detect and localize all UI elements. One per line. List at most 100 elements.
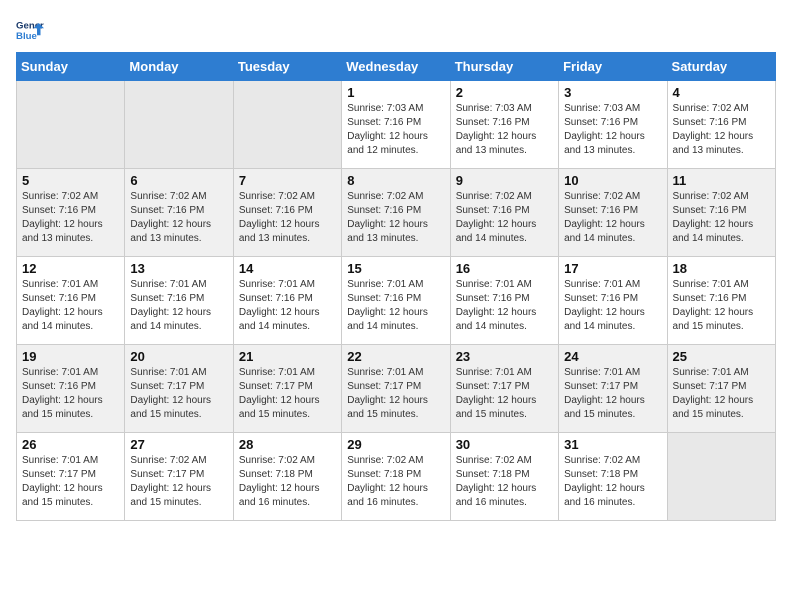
day-info: Sunrise: 7:02 AM Sunset: 7:16 PM Dayligh…	[239, 190, 336, 246]
calendar-cell	[233, 81, 341, 169]
day-number: 29	[347, 437, 444, 452]
day-info: Sunrise: 7:02 AM Sunset: 7:18 PM Dayligh…	[239, 454, 336, 510]
day-info: Sunrise: 7:02 AM Sunset: 7:16 PM Dayligh…	[456, 190, 553, 246]
calendar-cell: 17 Sunrise: 7:01 AM Sunset: 7:16 PM Dayli…	[559, 257, 667, 345]
day-number: 8	[347, 173, 444, 188]
day-info: Sunrise: 7:01 AM Sunset: 7:17 PM Dayligh…	[564, 366, 661, 422]
calendar-cell: 27 Sunrise: 7:02 AM Sunset: 7:17 PM Dayli…	[125, 433, 233, 521]
calendar-cell: 26 Sunrise: 7:01 AM Sunset: 7:17 PM Dayli…	[17, 433, 125, 521]
week-row-1: 1 Sunrise: 7:03 AM Sunset: 7:16 PM Daylig…	[17, 81, 776, 169]
day-info: Sunrise: 7:01 AM Sunset: 7:17 PM Dayligh…	[239, 366, 336, 422]
day-number: 9	[456, 173, 553, 188]
week-row-2: 5 Sunrise: 7:02 AM Sunset: 7:16 PM Daylig…	[17, 169, 776, 257]
day-info: Sunrise: 7:02 AM Sunset: 7:17 PM Dayligh…	[130, 454, 227, 510]
day-number: 31	[564, 437, 661, 452]
day-info: Sunrise: 7:02 AM Sunset: 7:16 PM Dayligh…	[673, 102, 770, 158]
calendar-cell: 1 Sunrise: 7:03 AM Sunset: 7:16 PM Daylig…	[342, 81, 450, 169]
day-info: Sunrise: 7:01 AM Sunset: 7:17 PM Dayligh…	[456, 366, 553, 422]
day-info: Sunrise: 7:01 AM Sunset: 7:16 PM Dayligh…	[22, 366, 119, 422]
logo-icon: General Blue	[16, 16, 44, 44]
header-day-friday: Friday	[559, 53, 667, 81]
calendar-cell: 15 Sunrise: 7:01 AM Sunset: 7:16 PM Dayli…	[342, 257, 450, 345]
day-number: 20	[130, 349, 227, 364]
calendar-cell: 7Sunrise: 7:02 AM Sunset: 7:16 PM Daylig…	[233, 169, 341, 257]
day-info: Sunrise: 7:02 AM Sunset: 7:18 PM Dayligh…	[347, 454, 444, 510]
day-info: Sunrise: 7:02 AM Sunset: 7:16 PM Dayligh…	[673, 190, 770, 246]
calendar-cell: 13Sunrise: 7:01 AM Sunset: 7:16 PM Dayli…	[125, 257, 233, 345]
day-info: Sunrise: 7:01 AM Sunset: 7:16 PM Dayligh…	[564, 278, 661, 334]
day-number: 11	[673, 173, 770, 188]
header-day-sunday: Sunday	[17, 53, 125, 81]
calendar-cell: 28Sunrise: 7:02 AM Sunset: 7:18 PM Dayli…	[233, 433, 341, 521]
day-number: 25	[673, 349, 770, 364]
day-info: Sunrise: 7:02 AM Sunset: 7:18 PM Dayligh…	[456, 454, 553, 510]
calendar-cell: 25 Sunrise: 7:01 AM Sunset: 7:17 PM Dayli…	[667, 345, 775, 433]
day-info: Sunrise: 7:01 AM Sunset: 7:17 PM Dayligh…	[347, 366, 444, 422]
day-number: 1	[347, 85, 444, 100]
calendar-body: 1 Sunrise: 7:03 AM Sunset: 7:16 PM Daylig…	[17, 81, 776, 521]
header-day-monday: Monday	[125, 53, 233, 81]
week-row-5: 26 Sunrise: 7:01 AM Sunset: 7:17 PM Dayli…	[17, 433, 776, 521]
day-number: 2	[456, 85, 553, 100]
day-info: Sunrise: 7:03 AM Sunset: 7:16 PM Dayligh…	[347, 102, 444, 158]
day-number: 30	[456, 437, 553, 452]
calendar-cell: 31Sunrise: 7:02 AM Sunset: 7:18 PM Dayli…	[559, 433, 667, 521]
day-number: 23	[456, 349, 553, 364]
day-info: Sunrise: 7:01 AM Sunset: 7:16 PM Dayligh…	[456, 278, 553, 334]
calendar-cell: 23 Sunrise: 7:01 AM Sunset: 7:17 PM Dayli…	[450, 345, 558, 433]
day-info: Sunrise: 7:01 AM Sunset: 7:16 PM Dayligh…	[130, 278, 227, 334]
day-info: Sunrise: 7:03 AM Sunset: 7:16 PM Dayligh…	[456, 102, 553, 158]
day-number: 10	[564, 173, 661, 188]
day-number: 21	[239, 349, 336, 364]
day-number: 6	[130, 173, 227, 188]
page-header: General Blue	[16, 16, 776, 44]
calendar-cell	[125, 81, 233, 169]
day-info: Sunrise: 7:01 AM Sunset: 7:17 PM Dayligh…	[130, 366, 227, 422]
day-number: 14	[239, 261, 336, 276]
calendar-cell	[667, 433, 775, 521]
day-number: 19	[22, 349, 119, 364]
day-info: Sunrise: 7:01 AM Sunset: 7:17 PM Dayligh…	[673, 366, 770, 422]
calendar-cell: 18 Sunrise: 7:01 AM Sunset: 7:16 PM Dayli…	[667, 257, 775, 345]
calendar-cell: 22Sunrise: 7:01 AM Sunset: 7:17 PM Dayli…	[342, 345, 450, 433]
day-number: 16	[456, 261, 553, 276]
day-number: 3	[564, 85, 661, 100]
header-day-tuesday: Tuesday	[233, 53, 341, 81]
day-number: 12	[22, 261, 119, 276]
day-info: Sunrise: 7:03 AM Sunset: 7:16 PM Dayligh…	[564, 102, 661, 158]
calendar-cell: 3 Sunrise: 7:03 AM Sunset: 7:16 PM Daylig…	[559, 81, 667, 169]
day-info: Sunrise: 7:01 AM Sunset: 7:16 PM Dayligh…	[347, 278, 444, 334]
day-number: 17	[564, 261, 661, 276]
day-info: Sunrise: 7:02 AM Sunset: 7:16 PM Dayligh…	[564, 190, 661, 246]
day-info: Sunrise: 7:01 AM Sunset: 7:16 PM Dayligh…	[673, 278, 770, 334]
day-info: Sunrise: 7:01 AM Sunset: 7:17 PM Dayligh…	[22, 454, 119, 510]
day-number: 15	[347, 261, 444, 276]
calendar-cell: 5Sunrise: 7:02 AM Sunset: 7:16 PM Daylig…	[17, 169, 125, 257]
calendar-header: SundayMondayTuesdayWednesdayThursdayFrid…	[17, 53, 776, 81]
calendar-cell: 29 Sunrise: 7:02 AM Sunset: 7:18 PM Dayli…	[342, 433, 450, 521]
day-number: 5	[22, 173, 119, 188]
day-number: 4	[673, 85, 770, 100]
calendar-table: SundayMondayTuesdayWednesdayThursdayFrid…	[16, 52, 776, 521]
header-day-saturday: Saturday	[667, 53, 775, 81]
day-number: 26	[22, 437, 119, 452]
day-info: Sunrise: 7:02 AM Sunset: 7:16 PM Dayligh…	[347, 190, 444, 246]
day-info: Sunrise: 7:02 AM Sunset: 7:16 PM Dayligh…	[130, 190, 227, 246]
header-row: SundayMondayTuesdayWednesdayThursdayFrid…	[17, 53, 776, 81]
week-row-3: 12 Sunrise: 7:01 AM Sunset: 7:16 PM Dayli…	[17, 257, 776, 345]
calendar-cell: 12 Sunrise: 7:01 AM Sunset: 7:16 PM Dayli…	[17, 257, 125, 345]
calendar-cell: 9 Sunrise: 7:02 AM Sunset: 7:16 PM Daylig…	[450, 169, 558, 257]
logo: General Blue	[16, 16, 44, 44]
calendar-cell: 6 Sunrise: 7:02 AM Sunset: 7:16 PM Daylig…	[125, 169, 233, 257]
svg-text:Blue: Blue	[16, 31, 37, 42]
day-number: 27	[130, 437, 227, 452]
day-number: 18	[673, 261, 770, 276]
day-info: Sunrise: 7:01 AM Sunset: 7:16 PM Dayligh…	[239, 278, 336, 334]
calendar-cell: 16 Sunrise: 7:01 AM Sunset: 7:16 PM Dayli…	[450, 257, 558, 345]
header-day-wednesday: Wednesday	[342, 53, 450, 81]
day-number: 24	[564, 349, 661, 364]
calendar-cell: 19 Sunrise: 7:01 AM Sunset: 7:16 PM Dayli…	[17, 345, 125, 433]
day-info: Sunrise: 7:01 AM Sunset: 7:16 PM Dayligh…	[22, 278, 119, 334]
calendar-cell: 8 Sunrise: 7:02 AM Sunset: 7:16 PM Daylig…	[342, 169, 450, 257]
calendar-cell: 2 Sunrise: 7:03 AM Sunset: 7:16 PM Daylig…	[450, 81, 558, 169]
